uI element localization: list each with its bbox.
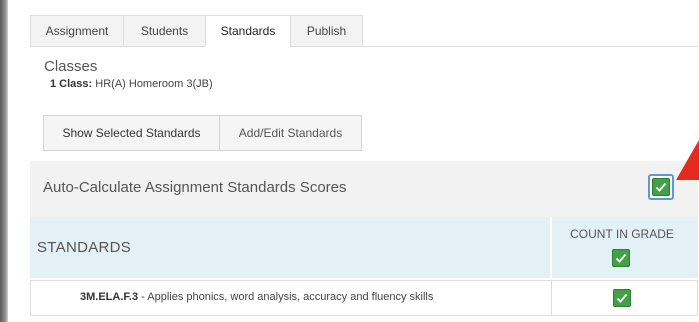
auto-calculate-label: Auto-Calculate Assignment Standards Scor…	[43, 179, 347, 196]
red-arrow-icon	[676, 140, 699, 180]
tab-bar: Assignment Students Standards Publish	[30, 15, 698, 47]
check-icon	[615, 253, 627, 263]
class-name: HR(A) Homeroom 3(JB)	[95, 78, 213, 90]
table-row: 3M.ELA.F.3 - Applies phonics, word analy…	[30, 280, 698, 316]
check-icon	[655, 182, 667, 192]
standard-description: - Applies phonics, word analysis, accura…	[138, 291, 434, 303]
auto-calculate-row: Auto-Calculate Assignment Standards Scor…	[30, 161, 698, 217]
left-window-edge	[0, 0, 8, 322]
add-edit-standards-button[interactable]: Add/Edit Standards	[220, 115, 362, 151]
standards-table-header: STANDARDS COUNT IN GRADE	[30, 217, 698, 278]
tab-standards[interactable]: Standards	[205, 15, 290, 47]
tab-publish[interactable]: Publish	[290, 15, 363, 47]
check-icon	[616, 293, 628, 303]
auto-calculate-checkbox[interactable]	[648, 174, 674, 200]
standards-button-group: Show Selected Standards Add/Edit Standar…	[43, 115, 362, 151]
classes-summary: 1 Class: HR(A) Homeroom 3(JB)	[50, 78, 213, 90]
count-in-grade-all-checkbox[interactable]	[612, 249, 630, 267]
standard-text: 3M.ELA.F.3 - Applies phonics, word analy…	[80, 291, 433, 303]
standard-code: 3M.ELA.F.3	[80, 291, 139, 303]
checkbox-checked	[652, 178, 670, 196]
tab-assignment[interactable]: Assignment	[30, 15, 123, 47]
standards-column-header: STANDARDS	[37, 239, 132, 256]
class-count-label: 1 Class:	[50, 78, 93, 90]
tab-students[interactable]: Students	[123, 15, 205, 47]
column-divider	[551, 281, 552, 315]
count-in-grade-header: COUNT IN GRADE	[570, 227, 674, 241]
show-selected-standards-button[interactable]: Show Selected Standards	[43, 115, 220, 151]
classes-title: Classes	[44, 58, 98, 75]
count-in-grade-checkbox[interactable]	[613, 289, 631, 307]
